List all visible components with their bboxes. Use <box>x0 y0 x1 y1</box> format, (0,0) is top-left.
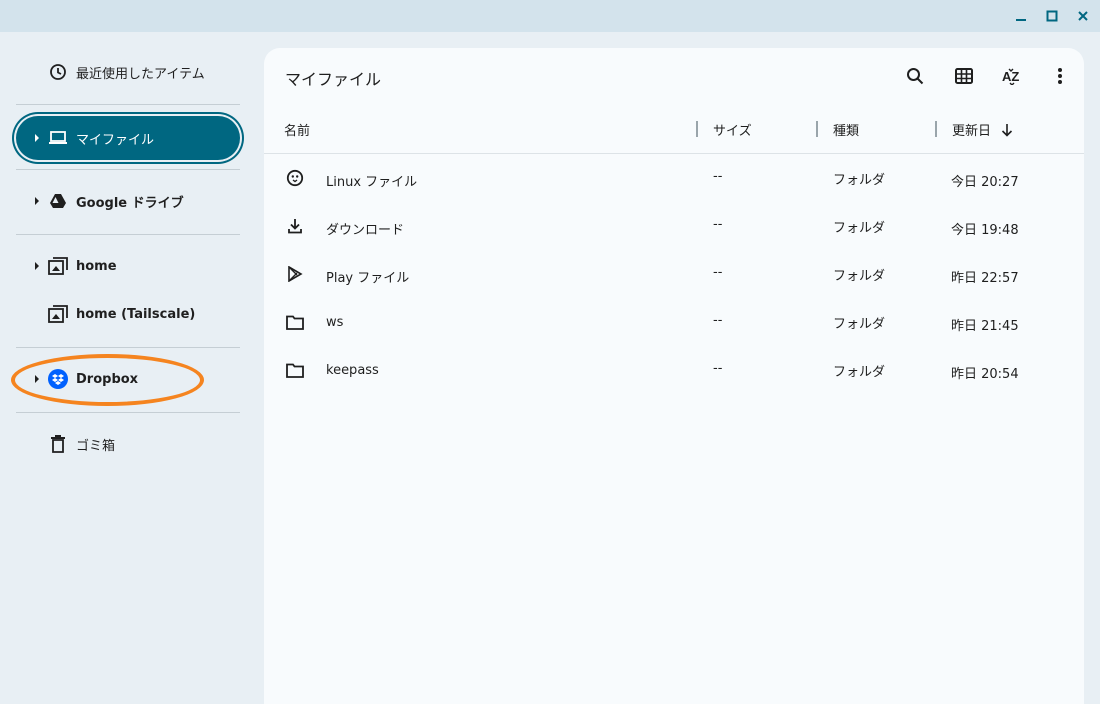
table-row[interactable]: Play ファイル -- フォルダ 昨日 22:57 <box>264 250 1084 298</box>
sidebar-item-label: ゴミ箱 <box>76 438 116 454</box>
network-folder-icon <box>48 256 68 276</box>
file-type: フォルダ <box>833 221 886 236</box>
file-modified: 昨日 22:57 <box>951 271 1019 286</box>
maximize-icon[interactable] <box>1042 6 1062 26</box>
close-icon[interactable] <box>1073 6 1093 26</box>
divider <box>16 347 240 348</box>
column-header-size[interactable]: サイズ <box>713 120 752 139</box>
linux-icon <box>285 168 305 188</box>
file-size: -- <box>713 217 723 232</box>
folder-icon <box>285 312 305 332</box>
sidebar-item-label: マイファイル <box>76 132 155 148</box>
expand-arrow-icon[interactable] <box>34 261 42 271</box>
minimize-icon[interactable] <box>1011 6 1031 26</box>
column-resize-handle[interactable] <box>696 121 698 137</box>
highlight-annotation <box>11 354 204 406</box>
sidebar-item-home-tailscale[interactable]: home (Tailscale) <box>16 292 240 336</box>
sidebar-item-label: Google ドライブ <box>76 195 184 211</box>
divider <box>16 234 240 235</box>
grid-view-icon[interactable] <box>952 64 976 88</box>
file-name: ダウンロード <box>326 223 405 238</box>
sidebar-item-label: home <box>76 258 117 274</box>
file-type: フォルダ <box>833 173 886 188</box>
google-drive-icon <box>48 191 68 211</box>
title-bar <box>0 0 1100 32</box>
file-type: フォルダ <box>833 269 886 284</box>
file-size: -- <box>713 169 723 184</box>
column-resize-handle[interactable] <box>816 121 818 137</box>
table-row[interactable]: ダウンロード -- フォルダ 今日 19:48 <box>264 202 1084 250</box>
sort-descending-icon[interactable] <box>1001 122 1013 137</box>
clock-icon <box>48 62 68 82</box>
sidebar-item-label: 最近使用したアイテム <box>76 66 205 82</box>
file-type: フォルダ <box>833 317 886 332</box>
file-size: -- <box>713 361 723 376</box>
folder-icon <box>285 360 305 380</box>
sidebar-item-google-drive[interactable]: Google ドライブ <box>16 179 240 223</box>
sidebar: 最近使用したアイテム マイファイル Google ドライブ home home … <box>0 32 256 704</box>
divider <box>16 104 240 105</box>
file-name: ws <box>326 315 344 330</box>
file-size: -- <box>713 313 723 328</box>
file-modified: 昨日 21:45 <box>951 319 1019 334</box>
sidebar-item-my-files[interactable]: マイファイル <box>16 116 240 160</box>
sidebar-item-recent[interactable]: 最近使用したアイテム <box>16 50 240 94</box>
sidebar-item-home[interactable]: home <box>16 244 240 288</box>
table-row[interactable]: keepass -- フォルダ 昨日 20:54 <box>264 346 1084 394</box>
download-icon <box>285 216 305 236</box>
column-header-name[interactable]: 名前 <box>284 120 310 139</box>
more-vert-icon[interactable] <box>1048 64 1072 88</box>
table-row[interactable]: ws -- フォルダ 昨日 21:45 <box>264 298 1084 346</box>
file-name: keepass <box>326 363 379 378</box>
search-icon[interactable] <box>903 64 927 88</box>
sidebar-item-trash[interactable]: ゴミ箱 <box>16 422 240 466</box>
file-modified: 今日 19:48 <box>951 223 1019 238</box>
divider <box>16 412 240 413</box>
file-modified: 昨日 20:54 <box>951 367 1019 382</box>
expand-arrow-icon[interactable] <box>34 196 42 206</box>
column-header-type[interactable]: 種類 <box>833 120 859 139</box>
column-header-modified[interactable]: 更新日 <box>952 120 991 139</box>
expand-arrow-icon[interactable] <box>34 133 42 143</box>
file-name: Linux ファイル <box>326 175 418 190</box>
sidebar-item-label: home (Tailscale) <box>76 306 196 322</box>
page-title: マイファイル <box>285 70 382 89</box>
divider <box>16 169 240 170</box>
file-modified: 今日 20:27 <box>951 175 1019 190</box>
laptop-icon <box>48 128 68 148</box>
sort-az-icon[interactable]: AZ <box>1000 64 1024 88</box>
table-row[interactable]: Linux ファイル -- フォルダ 今日 20:27 <box>264 154 1084 202</box>
file-size: -- <box>713 265 723 280</box>
file-name: Play ファイル <box>326 271 410 286</box>
file-list-panel: マイファイル AZ 名前 サイズ 種類 更新日 Linux ファイル -- フォ… <box>264 48 1084 704</box>
trash-icon <box>48 434 68 454</box>
column-resize-handle[interactable] <box>935 121 937 137</box>
network-folder-icon <box>48 304 68 324</box>
file-type: フォルダ <box>833 365 886 380</box>
play-store-icon <box>285 264 305 284</box>
